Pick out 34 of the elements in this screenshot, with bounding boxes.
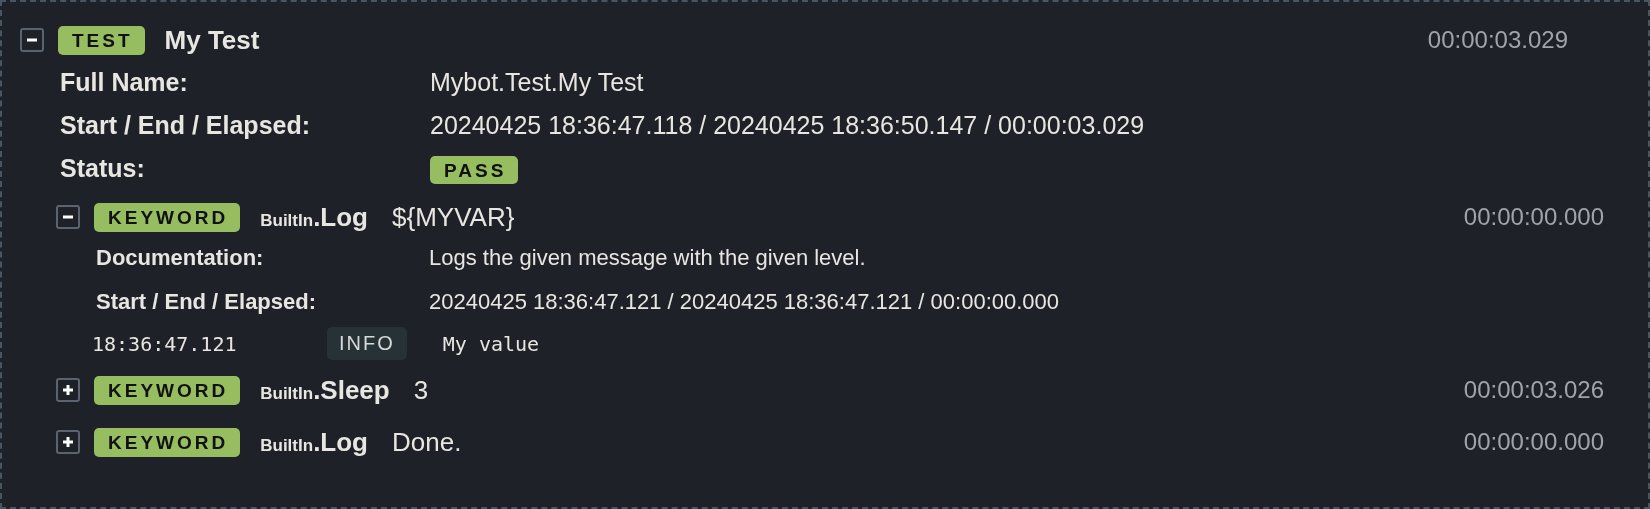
- metadata-label: Full Name:: [60, 68, 189, 97]
- log-level-badge: INFO: [327, 327, 407, 360]
- keyword-badge: KEYWORD: [94, 202, 241, 232]
- keyword-arguments: ${MYVAR}: [392, 201, 515, 233]
- keyword-name: BuiltIn.Log: [260, 426, 368, 458]
- test-name: My Test: [164, 24, 260, 56]
- metadata-value: Logs the given message with the given level.: [429, 245, 867, 271]
- expand-toggle[interactable]: [56, 430, 80, 454]
- elapsed-time: 00:00:03.029: [1427, 26, 1569, 54]
- metadata-label: Status:: [60, 154, 146, 183]
- elapsed-time: 00:00:00.000: [1463, 428, 1605, 456]
- plus-icon: [62, 384, 74, 396]
- keyword-arguments: 3: [413, 374, 429, 406]
- collapse-toggle[interactable]: [20, 28, 44, 52]
- plus-icon: [62, 436, 74, 448]
- keyword-name: BuiltIn.Sleep: [260, 374, 390, 406]
- metadata-value: Mybot.Test.My Test: [430, 68, 645, 97]
- keyword-arguments: Done.: [392, 426, 462, 458]
- metadata-label: Start / End / Elapsed:: [96, 289, 318, 315]
- expand-toggle[interactable]: [56, 205, 80, 229]
- expand-toggle[interactable]: [56, 378, 80, 402]
- metadata-value: 20240425 18:36:47.121 / 20240425 18:36:47.121 / 00:00:00.000: [429, 289, 1061, 315]
- test-badge: TEST: [58, 25, 145, 55]
- metadata-value: 20240425 18:36:47.118 / 20240425 18:36:50.147 / 00:00:03.029: [430, 111, 1146, 140]
- keyword-name: BuiltIn.Log: [260, 201, 368, 233]
- elapsed-time: 00:00:03.026: [1463, 376, 1605, 404]
- keyword-badge: KEYWORD: [94, 427, 241, 457]
- metadata-label: Documentation:: [96, 245, 265, 271]
- message-timestamp: 18:36:47.121: [92, 331, 238, 356]
- keyword-badge: KEYWORD: [94, 375, 241, 405]
- log-message: My value: [442, 331, 540, 356]
- status-badge: PASS: [430, 156, 519, 184]
- elapsed-time: 00:00:00.000: [1463, 203, 1605, 231]
- metadata-label: Start / End / Elapsed:: [60, 111, 312, 140]
